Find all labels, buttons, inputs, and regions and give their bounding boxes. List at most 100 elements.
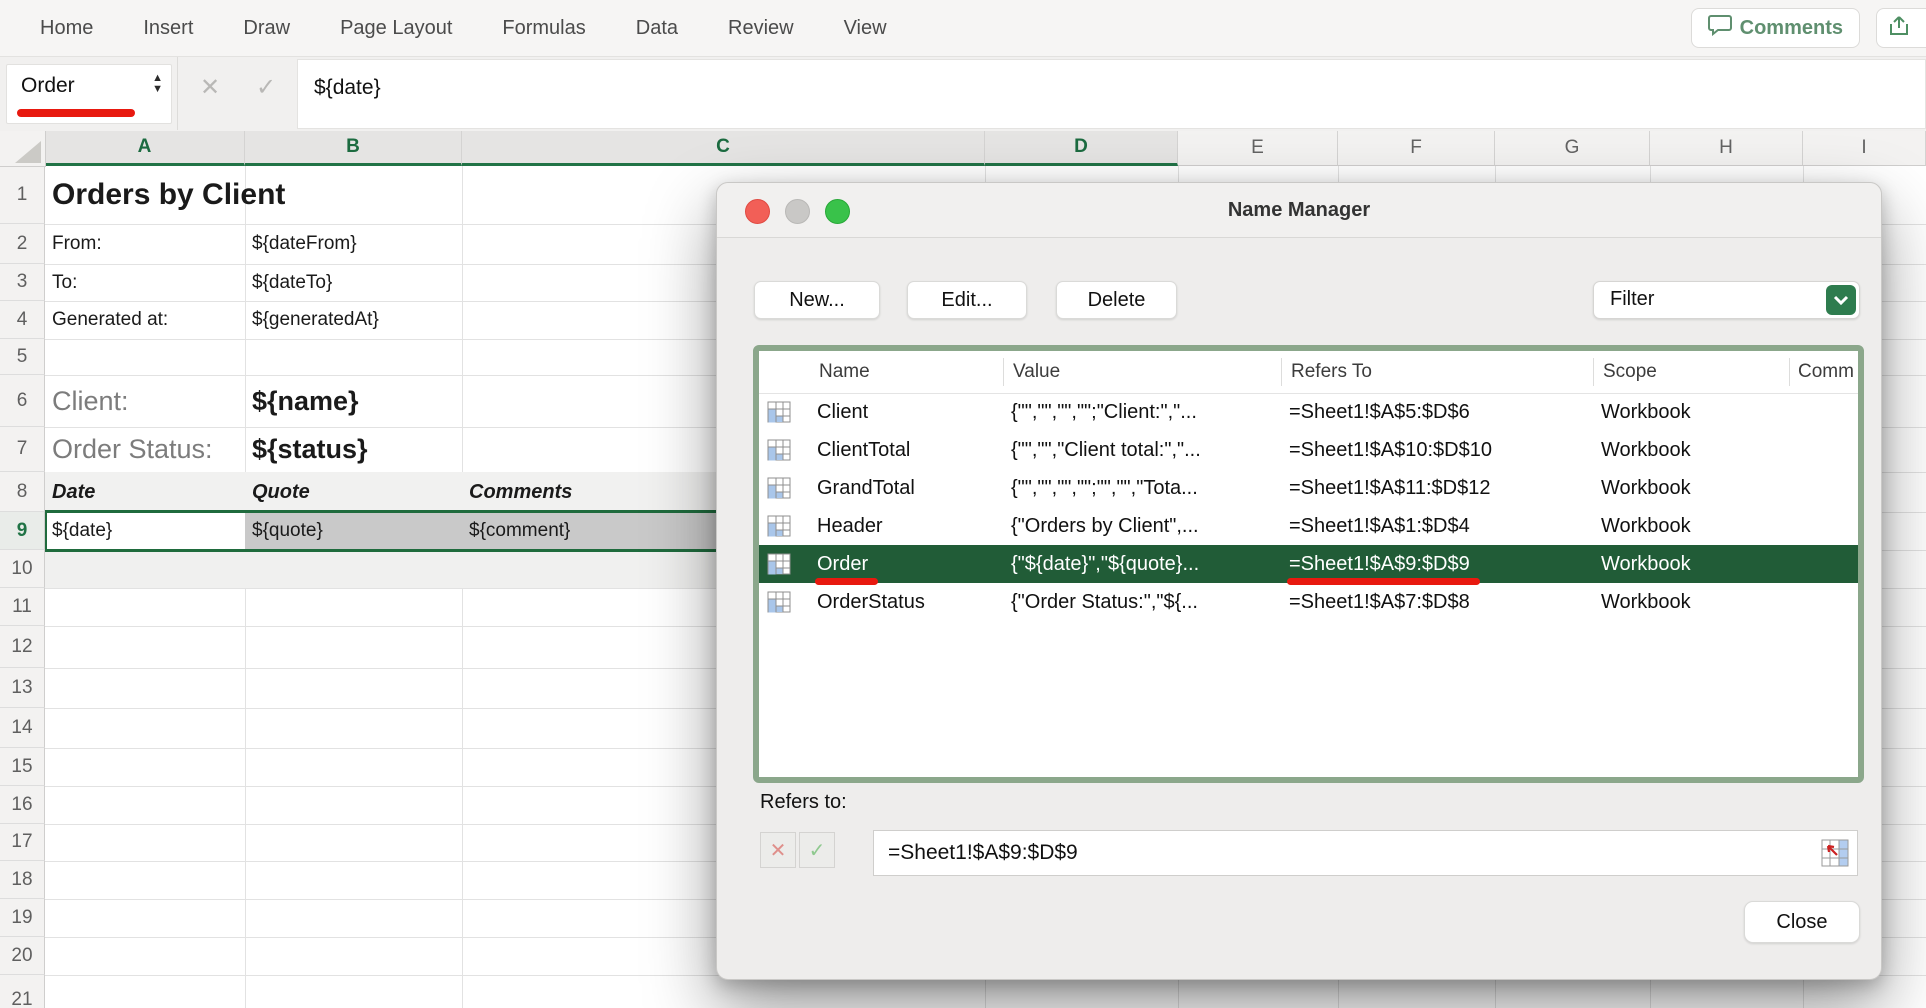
row-header-5[interactable]: 5 (0, 339, 45, 375)
traffic-close-button[interactable] (745, 199, 770, 224)
nm-name: Header (817, 507, 883, 545)
row-header-11[interactable]: 11 (0, 588, 45, 626)
new-button[interactable]: New... (754, 281, 880, 319)
edit-button[interactable]: Edit... (907, 281, 1027, 319)
dialog-titlebar[interactable]: Name Manager (717, 183, 1881, 238)
refers-confirm-button[interactable]: ✓ (799, 832, 835, 868)
formula-input[interactable]: ${date} (297, 59, 1926, 129)
delete-button[interactable]: Delete (1056, 281, 1177, 319)
row-header-10[interactable]: 10 (0, 550, 45, 588)
nm-scope: Workbook (1601, 469, 1691, 507)
cell-B7[interactable]: ${status} (245, 427, 368, 472)
share-icon (1887, 14, 1913, 43)
menu-item-view[interactable]: View (844, 17, 887, 40)
nm-name: Order (817, 545, 868, 583)
close-button[interactable]: Close (1744, 901, 1860, 943)
name-row-ClientTotal[interactable]: ClientTotal{"","","Client total:","...=S… (759, 431, 1858, 469)
name-box[interactable]: Order ▲▼ (6, 64, 172, 124)
menu-item-data[interactable]: Data (636, 17, 678, 40)
refers-to-input[interactable]: =Sheet1!$A$9:$D$9 (873, 830, 1858, 876)
row-header-12[interactable]: 12 (0, 626, 45, 668)
cell-A7[interactable]: Order Status: (45, 427, 213, 472)
cell-B8[interactable]: Quote (245, 472, 310, 512)
row-header-3[interactable]: 3 (0, 264, 45, 301)
name-row-GrandTotal[interactable]: GrandTotal{"","","","";"","","Tota...=Sh… (759, 469, 1858, 507)
menu-item-draw[interactable]: Draw (243, 17, 290, 40)
cell-A2[interactable]: From: (45, 224, 102, 264)
comments-button[interactable]: Comments (1691, 8, 1860, 48)
named-range-icon (767, 439, 791, 466)
menu-item-page-layout[interactable]: Page Layout (340, 17, 452, 40)
names-list-header: NameValueRefers ToScopeComm (759, 351, 1858, 394)
menu-item-insert[interactable]: Insert (143, 17, 193, 40)
nm-refers: =Sheet1!$A$11:$D$12 (1289, 469, 1490, 507)
name-row-OrderStatus[interactable]: OrderStatus{"Order Status:","${...=Sheet… (759, 583, 1858, 621)
refers-to-value: =Sheet1!$A$9:$D$9 (888, 841, 1078, 865)
menu-item-home[interactable]: Home (40, 17, 93, 40)
column-header-G[interactable]: G (1495, 131, 1650, 166)
cell-B3[interactable]: ${dateTo} (245, 264, 332, 301)
cell-B9[interactable]: ${quote} (245, 512, 323, 550)
name-row-Client[interactable]: Client{"","","","";"Client:","...=Sheet1… (759, 393, 1858, 431)
row-header-1[interactable]: 1 (0, 166, 45, 224)
confirm-entry-icon[interactable]: ✓ (256, 73, 276, 102)
row-header-17[interactable]: 17 (0, 824, 45, 861)
range-selector-icon[interactable] (1821, 839, 1849, 872)
nm-refers: =Sheet1!$A$9:$D$9 (1289, 545, 1470, 583)
column-header-B[interactable]: B (245, 131, 462, 166)
traffic-minimize-button[interactable] (785, 199, 810, 224)
column-header-F[interactable]: F (1338, 131, 1495, 166)
row-header-18[interactable]: 18 (0, 861, 45, 899)
column-header-I[interactable]: I (1803, 131, 1926, 166)
traffic-zoom-button[interactable] (825, 199, 850, 224)
name-row-Header[interactable]: Header{"Orders by Client",...=Sheet1!$A$… (759, 507, 1858, 545)
menu-item-review[interactable]: Review (728, 17, 794, 40)
row-header-13[interactable]: 13 (0, 668, 45, 708)
cell-A8[interactable]: Date (45, 472, 95, 512)
row-header-8[interactable]: 8 (0, 472, 45, 512)
name-box-stepper[interactable]: ▲▼ (152, 73, 163, 95)
chevron-down-icon[interactable] (1826, 285, 1856, 315)
nm-value: {"Orders by Client",... (1011, 507, 1199, 545)
cell-A1[interactable]: Orders by Client (45, 166, 285, 224)
column-header-C[interactable]: C (462, 131, 985, 166)
row-header-7[interactable]: 7 (0, 427, 45, 472)
row-header-4[interactable]: 4 (0, 301, 45, 339)
menu-item-formulas[interactable]: Formulas (502, 17, 585, 40)
row-header-20[interactable]: 20 (0, 937, 45, 975)
dialog-title: Name Manager (1228, 199, 1370, 222)
cell-B6[interactable]: ${name} (245, 375, 359, 427)
cell-A3[interactable]: To: (45, 264, 77, 301)
column-separator (1593, 358, 1594, 386)
cell-B4[interactable]: ${generatedAt} (245, 301, 379, 339)
cell-A4[interactable]: Generated at: (45, 301, 168, 339)
row-header-6[interactable]: 6 (0, 375, 45, 427)
cell-A6[interactable]: Client: (45, 375, 129, 427)
cell-A9[interactable]: ${date} (45, 512, 112, 550)
column-header-E[interactable]: E (1178, 131, 1338, 166)
row-header-16[interactable]: 16 (0, 786, 45, 824)
column-header-H[interactable]: H (1650, 131, 1803, 166)
name-row-Order[interactable]: Order {"${date}","${quote}... =Sheet1!$A$9… (759, 545, 1858, 583)
row-header-9[interactable]: 9 (0, 512, 45, 550)
column-header-A[interactable]: A (45, 131, 245, 166)
nm-refers: =Sheet1!$A$7:$D$8 (1289, 583, 1470, 621)
row-header-14[interactable]: 14 (0, 708, 45, 748)
filter-dropdown[interactable]: Filter (1593, 281, 1860, 319)
share-button[interactable] (1876, 8, 1926, 48)
row-header-15[interactable]: 15 (0, 748, 45, 786)
excel-window: Home Insert Draw Page Layout Formulas Data Rev… (0, 0, 1926, 1008)
refers-cancel-button[interactable]: ✕ (760, 832, 796, 868)
nm-value: {"${date}","${quote}... (1011, 545, 1199, 583)
select-all-corner[interactable] (0, 131, 46, 167)
row-header-21[interactable]: 21 (0, 975, 45, 1008)
list-column-header-value: Value (1013, 351, 1060, 393)
nm-value: {"","","","";"","","Tota... (1011, 469, 1198, 507)
cell-C9[interactable]: ${comment} (462, 512, 570, 550)
cancel-entry-icon[interactable]: ✕ (200, 73, 220, 102)
column-header-D[interactable]: D (985, 131, 1178, 166)
row-header-19[interactable]: 19 (0, 899, 45, 937)
cell-C8[interactable]: Comments (462, 472, 572, 512)
cell-B2[interactable]: ${dateFrom} (245, 224, 357, 264)
row-header-2[interactable]: 2 (0, 224, 45, 264)
